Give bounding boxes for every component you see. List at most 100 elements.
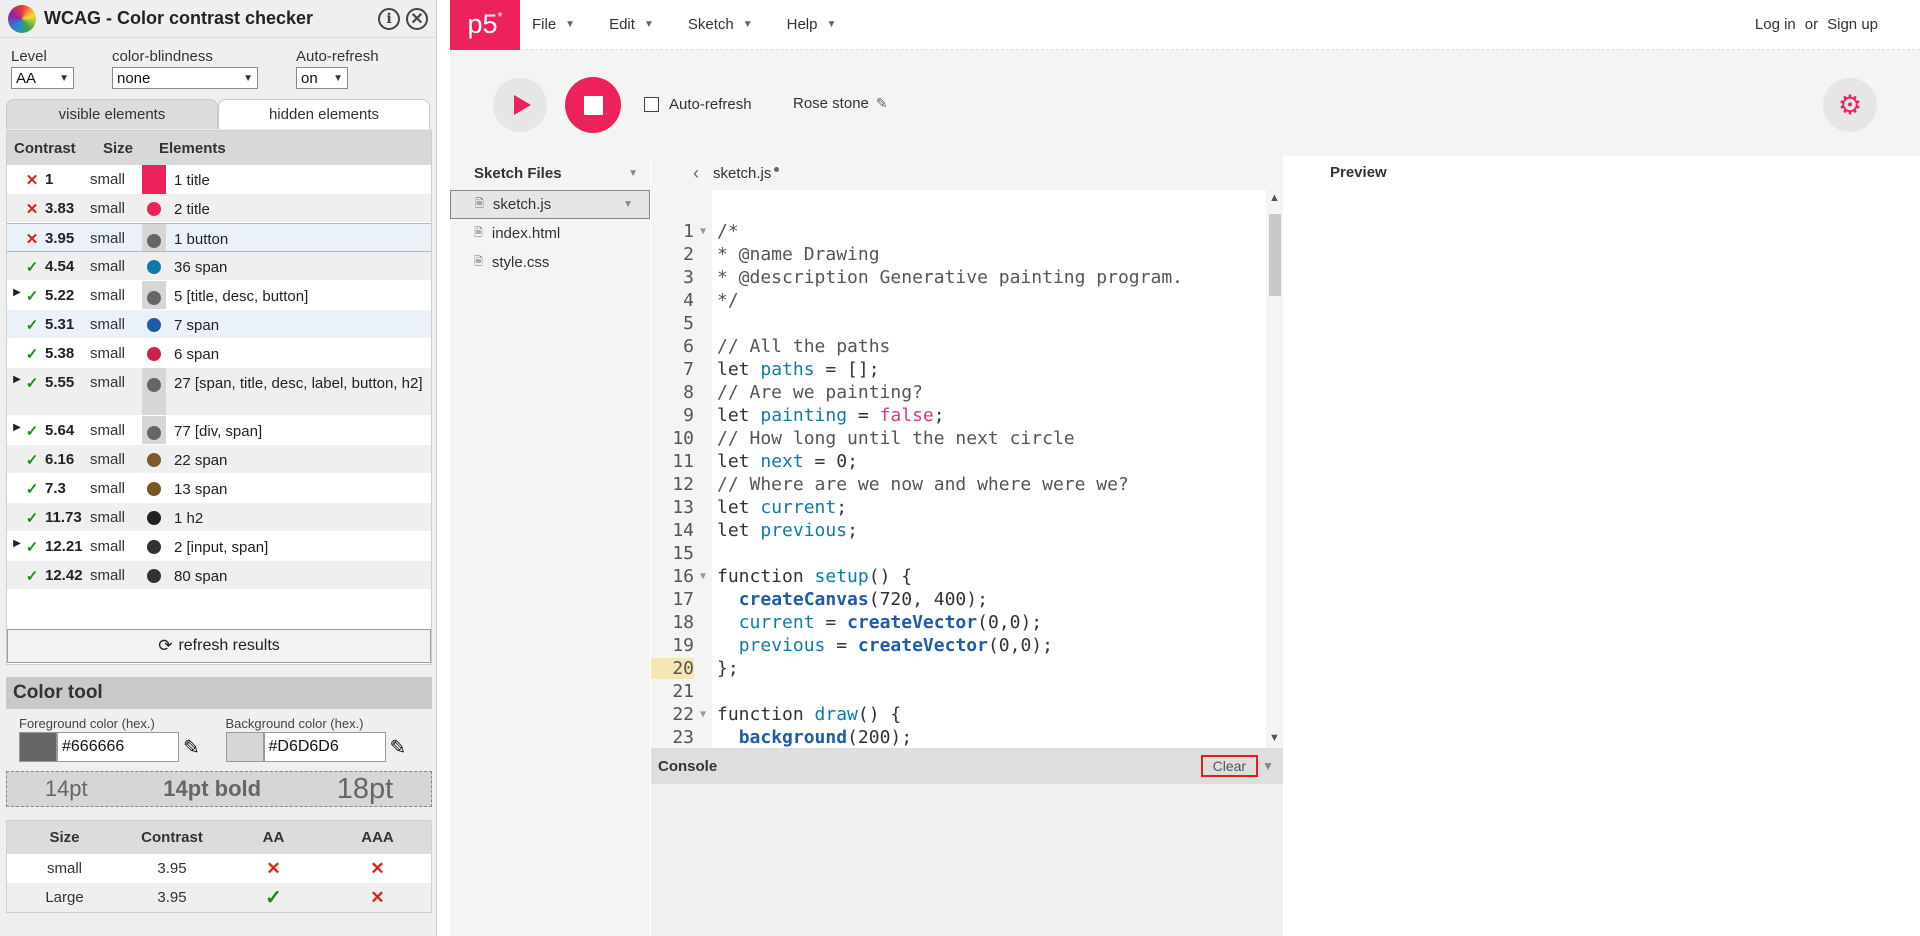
file-item-style-css[interactable]: 🗎 style.css [450, 248, 650, 277]
code-token: setup [814, 566, 869, 587]
close-icon[interactable]: ✕ [406, 7, 428, 30]
code-line[interactable]: 22 ▼ function draw() { [651, 703, 1266, 726]
tab-visible-elements[interactable]: visible elements [6, 99, 218, 129]
info-icon[interactable]: i [378, 7, 400, 30]
auto-refresh-group: Auto-refresh on ▼ [296, 48, 379, 89]
pass-icon: ✓ [25, 452, 39, 469]
code-line[interactable]: 15 [651, 542, 1266, 565]
refresh-results-button[interactable]: ⟳ refresh results [7, 629, 431, 663]
result-row[interactable]: ✕ 3.95 small 1 button [7, 223, 431, 252]
auto-refresh-select[interactable]: on ▼ [296, 67, 348, 89]
fold-arrow-icon[interactable]: ▼ [694, 709, 712, 720]
settings-button[interactable]: ⚙ [1823, 78, 1877, 132]
result-row[interactable]: ✓ 12.42 small 80 span [7, 561, 431, 590]
expand-arrow-icon[interactable]: ▶ [12, 538, 22, 549]
menu-help[interactable]: Help ▼ [787, 16, 837, 33]
code-line[interactable]: 8 // Are we painting? [651, 381, 1266, 404]
result-row[interactable]: ✓ 5.38 small 6 span [7, 339, 431, 368]
code-line[interactable]: 9 let painting = false; [651, 404, 1266, 427]
expand-arrow-icon[interactable]: ▶ [12, 287, 22, 298]
code-line[interactable]: 23 background(200); [651, 726, 1266, 748]
foreground-hex-input[interactable]: #666666 [57, 732, 179, 762]
scroll-down-icon[interactable]: ▼ [1269, 732, 1280, 744]
code-token: background [738, 727, 848, 748]
line-text: current = createVector(0,0); [712, 612, 1042, 633]
login-link[interactable]: Log in [1755, 16, 1796, 33]
eyedropper-icon[interactable]: ✎ [390, 735, 407, 760]
fold-arrow-icon[interactable]: ▼ [694, 226, 712, 237]
code-token: ; [847, 520, 858, 541]
code-line[interactable]: 6 // All the paths [651, 335, 1266, 358]
file-item-sketch-js[interactable]: 🗎 sketch.js ▼ [450, 190, 650, 219]
color-blindness-select[interactable]: none ▼ [112, 67, 258, 89]
code-token: () { [868, 566, 913, 587]
fold-arrow-icon[interactable]: ▼ [694, 571, 712, 582]
chevron-down-icon[interactable]: ▼ [628, 168, 638, 179]
result-row[interactable]: ▶ ✓ 5.64 small 77 [div, span] [7, 416, 431, 445]
code-line[interactable]: 14 let previous; [651, 519, 1266, 542]
chevron-down-icon[interactable]: ▼ [1262, 759, 1274, 773]
code-line[interactable]: 12 // Where are we now and where were we? [651, 473, 1266, 496]
menu-file[interactable]: File ▼ [532, 16, 575, 33]
code-line[interactable]: 3 * @description Generative painting prog… [651, 266, 1266, 289]
editor-scrollbar[interactable]: ▲ ▼ [1266, 190, 1283, 748]
stop-button[interactable] [565, 77, 621, 133]
result-row[interactable]: ✓ 11.73 small 1 h2 [7, 503, 431, 532]
expand-arrow-icon[interactable]: ▶ [12, 422, 22, 433]
code-line[interactable]: 10 // How long until the next circle [651, 427, 1266, 450]
line-number: 14 [672, 520, 694, 541]
pass-icon: ✓ [25, 288, 39, 305]
code-line[interactable]: 20}; [651, 657, 1266, 680]
clear-console-button[interactable]: Clear [1200, 755, 1259, 777]
line-number: 4 [683, 290, 694, 311]
top-nav: p5 * File ▼ Edit ▼ Sketch ▼ Help ▼ Log in or … [450, 0, 1920, 50]
result-row[interactable]: ✓ 4.54 small 36 span [7, 252, 431, 281]
scrollbar-thumb[interactable] [1269, 214, 1281, 296]
wcag-title: WCAG - Color contrast checker [44, 8, 314, 28]
result-row[interactable]: ✓ 7.3 small 13 span [7, 474, 431, 503]
code-editor[interactable]: 1 ▼/* 2 * @name Drawing 3 * @description Gene… [651, 190, 1283, 748]
result-row[interactable]: ✓ 5.31 small 7 span [7, 310, 431, 339]
code-line[interactable]: 7 let paths = []; [651, 358, 1266, 381]
chevron-down-icon[interactable]: ▼ [623, 199, 633, 210]
auto-refresh-checkbox[interactable] [644, 97, 659, 112]
menu-sketch[interactable]: Sketch ▼ [688, 16, 753, 33]
expand-arrow-icon[interactable]: ▶ [12, 374, 22, 385]
result-row[interactable]: ✕ 1 small 1 title [7, 165, 431, 194]
code-line[interactable]: 16 ▼ function setup() { [651, 565, 1266, 588]
code-line[interactable]: 11 let next = 0; [651, 450, 1266, 473]
code-line[interactable]: 5 [651, 312, 1266, 335]
result-row[interactable]: ▶ ✓ 5.55 small 27 [span, title, desc, label,… [7, 368, 431, 416]
code-line[interactable]: 2 * @name Drawing [651, 243, 1266, 266]
pencil-icon[interactable]: ✎ [876, 95, 888, 112]
background-swatch[interactable] [225, 732, 264, 762]
result-row[interactable]: ▶ ✓ 5.22 small 5 [title, desc, button] [7, 281, 431, 310]
eyedropper-icon[interactable]: ✎ [183, 735, 200, 760]
code-line[interactable]: 1 ▼ /* [651, 220, 1266, 243]
sketch-name[interactable]: Rose stone ✎ [793, 95, 888, 112]
auto-refresh-toggle[interactable]: Auto-refresh [644, 96, 752, 113]
tab-hidden-elements[interactable]: hidden elements [218, 99, 430, 129]
signup-link[interactable]: Sign up [1827, 16, 1878, 33]
play-button[interactable] [493, 78, 547, 132]
p5-logo[interactable]: p5 * [450, 0, 520, 50]
line-text: let painting = false; [712, 405, 945, 426]
code-line[interactable]: 18 current = createVector(0,0); [651, 611, 1266, 634]
file-item-index-html[interactable]: 🗎 index.html [450, 219, 650, 248]
code-line[interactable]: 17 createCanvas(720, 400); [651, 588, 1266, 611]
code-line[interactable]: 19 previous = createVector(0,0); [651, 634, 1266, 657]
code-line[interactable]: 13 let current; [651, 496, 1266, 519]
result-row[interactable]: ▶ ✓ 12.21 small 2 [input, span] [7, 532, 431, 561]
open-file-name: sketch.js [713, 164, 772, 182]
menu-edit[interactable]: Edit ▼ [609, 16, 654, 33]
result-row[interactable]: ✕ 3.83 small 2 title [7, 194, 431, 223]
foreground-swatch[interactable] [19, 732, 57, 762]
code-line[interactable]: 21 [651, 680, 1266, 703]
result-row[interactable]: ✓ 6.16 small 22 span [7, 445, 431, 474]
code-line[interactable]: 4 */ [651, 289, 1266, 312]
level-select[interactable]: AA ▼ [11, 67, 74, 89]
collapse-sidebar-icon[interactable]: ‹ [693, 163, 699, 184]
background-hex-input[interactable]: #D6D6D6 [263, 732, 386, 762]
scroll-up-icon[interactable]: ▲ [1269, 192, 1280, 204]
